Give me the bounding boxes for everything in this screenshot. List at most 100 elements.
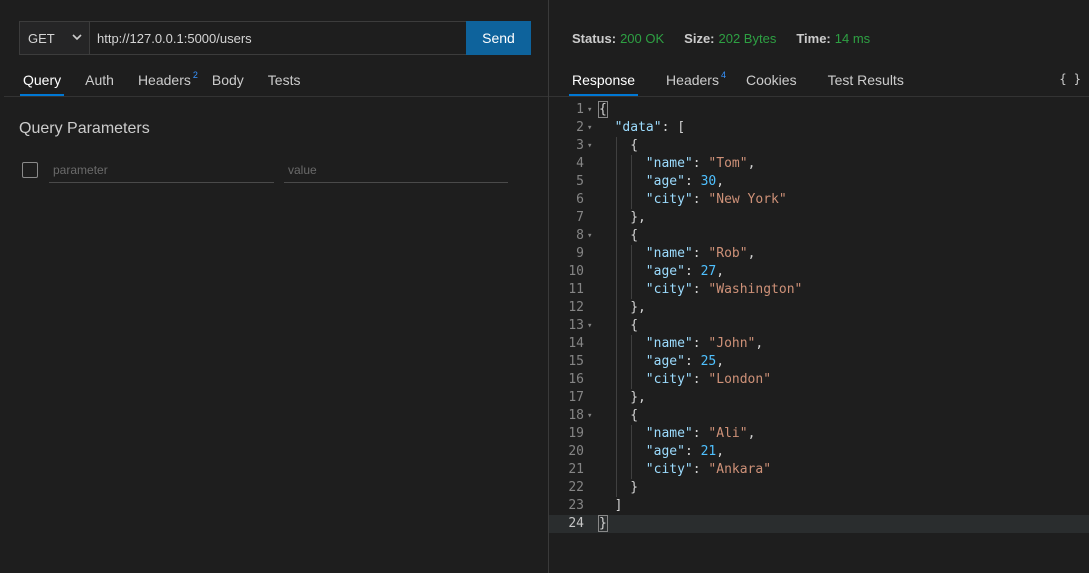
fold-chevron-icon[interactable]: ▾: [587, 227, 595, 245]
status-label: Status:: [572, 31, 617, 46]
json-punctuation: :: [692, 282, 709, 297]
tab-label: Headers: [666, 72, 719, 88]
line-number: 19: [568, 426, 584, 441]
json-punctuation: ,: [716, 174, 725, 189]
value-input[interactable]: [284, 157, 508, 183]
json-string: "Washington": [708, 282, 803, 297]
indent-guide: [631, 443, 633, 461]
json-punctuation: :: [692, 156, 709, 171]
code-line: 15 "age": 25,: [549, 353, 1089, 371]
line-number: 9: [576, 246, 584, 261]
code-content: }: [598, 515, 608, 533]
response-body-editor[interactable]: 1 ▾{2 ▾ "data": [3 ▾{4 "name": "Tom", 5 "age": …: [549, 101, 1089, 533]
fold-chevron-icon[interactable]: ▾: [587, 119, 595, 137]
tab-query[interactable]: Query: [19, 68, 65, 96]
line-number: 12: [568, 300, 584, 315]
code-content: ]: [615, 497, 623, 515]
code-content: }: [630, 479, 638, 497]
json-string: "Rob": [708, 246, 748, 261]
json-punctuation: :: [684, 354, 701, 369]
json-key: "age": [645, 174, 685, 189]
line-number: 13: [568, 318, 584, 333]
fold-chevron-icon[interactable]: ▾: [587, 317, 595, 335]
code-content: {: [630, 227, 638, 245]
json-key: "name": [645, 246, 693, 261]
line-number: 21: [568, 462, 584, 477]
request-bar: GET Send: [19, 21, 531, 55]
code-line: 6 "city": "New York": [549, 191, 1089, 209]
indent-guide: [615, 173, 617, 191]
json-punctuation: : [: [661, 120, 686, 135]
tab-cookies[interactable]: Cookies: [742, 68, 801, 96]
time-label: Time:: [796, 31, 831, 46]
indent-guide: [615, 353, 617, 371]
time-info: Time: 14 ms: [796, 31, 870, 46]
json-punctuation: ,: [747, 156, 756, 171]
response-status-line: Status: 200 OK Size: 202 Bytes Time: 14 ms: [572, 31, 870, 46]
tab-label: Query: [23, 72, 62, 88]
json-punctuation: :: [684, 444, 701, 459]
tab-tests[interactable]: Tests: [264, 68, 305, 96]
line-number: 10: [568, 264, 584, 279]
code-line: 3 ▾ {: [549, 137, 1089, 155]
fold-chevron-icon[interactable]: ▾: [587, 101, 595, 119]
json-string: "London": [708, 372, 772, 387]
json-key: "city": [645, 372, 693, 387]
fold-chevron-icon[interactable]: ▾: [587, 137, 595, 155]
json-punctuation: :: [684, 264, 701, 279]
indent-guide: [615, 335, 617, 353]
code-content: "city": "New York": [646, 191, 787, 209]
line-number: 1: [576, 102, 584, 117]
url-input[interactable]: [90, 22, 466, 54]
line-number: 4: [576, 156, 584, 171]
json-punctuation: },: [630, 390, 646, 405]
code-line: 17},: [549, 389, 1089, 407]
json-punctuation: :: [692, 336, 709, 351]
json-string: "Ankara": [708, 462, 772, 477]
size-label: Size:: [684, 31, 715, 46]
line-number: 7: [576, 210, 584, 225]
tab-body[interactable]: Body: [208, 68, 248, 96]
indent-guide: [631, 173, 633, 191]
line-number: 2: [576, 120, 584, 135]
json-punctuation: ,: [747, 246, 756, 261]
tab-auth[interactable]: Auth: [81, 68, 118, 96]
json-punctuation: }: [630, 480, 639, 495]
code-content: },: [630, 389, 646, 407]
indent-guide: [615, 407, 617, 425]
indent-guide: [631, 155, 633, 173]
parameter-input[interactable]: [49, 157, 274, 183]
response-pane: Status: 200 OK Size: 202 Bytes Time: 14 ms …: [549, 0, 1089, 573]
fold-chevron-icon[interactable]: ▾: [587, 407, 595, 425]
format-braces-icon[interactable]: { }: [1059, 72, 1081, 86]
code-content: {: [630, 317, 638, 335]
send-button[interactable]: Send: [466, 21, 531, 55]
method-select[interactable]: GET: [20, 22, 90, 54]
headers-count-badge: 2: [192, 70, 198, 80]
indent-guide: [631, 425, 633, 443]
json-punctuation: ,: [716, 444, 725, 459]
json-key: "age": [645, 354, 685, 369]
json-punctuation: ,: [755, 336, 764, 351]
json-key: "city": [645, 282, 693, 297]
code-content: "name": "Rob",: [646, 245, 756, 263]
query-params-title: Query Parameters: [19, 120, 150, 137]
code-line: 21 "city": "Ankara": [549, 461, 1089, 479]
tab-response[interactable]: Response: [568, 68, 639, 96]
time-value: 14 ms: [834, 31, 871, 46]
json-key: "name": [645, 426, 693, 441]
param-enable-checkbox[interactable]: [22, 162, 38, 178]
code-content: "age": 21,: [646, 443, 724, 461]
indent-guide: [615, 479, 617, 497]
status-value: 200 OK: [620, 31, 665, 46]
json-key: "city": [645, 192, 693, 207]
json-punctuation: :: [692, 192, 709, 207]
json-punctuation: {: [598, 101, 608, 118]
tab-headers[interactable]: Headers 2: [134, 68, 202, 96]
json-key: "name": [645, 336, 693, 351]
code-line: 8 ▾ {: [549, 227, 1089, 245]
indent-guide: [631, 371, 633, 389]
tab-response-headers[interactable]: Headers 4: [662, 68, 730, 96]
code-content: {: [630, 407, 638, 425]
tab-test-results[interactable]: Test Results: [824, 68, 908, 96]
